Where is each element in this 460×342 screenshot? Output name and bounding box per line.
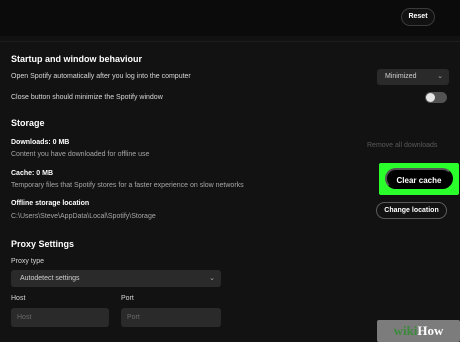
- open-automatically-value: Minimized: [385, 73, 417, 80]
- proxy-type-select[interactable]: Autodetect settings ⌄: [11, 270, 221, 287]
- toggle-knob: [426, 93, 435, 102]
- wikihow-watermark: wikiHow: [377, 320, 460, 342]
- offline-location-label: Offline storage location: [11, 200, 90, 207]
- change-location-button[interactable]: Change location: [376, 202, 447, 219]
- remove-downloads-button[interactable]: Remove all downloads: [367, 142, 437, 149]
- proxy-type-label: Proxy type: [11, 258, 45, 265]
- reset-button[interactable]: Reset: [401, 8, 435, 26]
- open-automatically-label: Open Spotify automatically after you log…: [11, 73, 191, 80]
- port-label: Port: [121, 295, 134, 302]
- chevron-down-icon: ⌄: [209, 275, 215, 282]
- clear-cache-button[interactable]: Clear cache: [385, 168, 453, 189]
- chevron-down-icon: ⌄: [437, 73, 443, 80]
- host-label: Host: [11, 295, 26, 302]
- top-bar: Reset: [0, 0, 460, 36]
- downloads-description: Content you have downloaded for offline …: [11, 151, 150, 158]
- port-input[interactable]: [121, 308, 221, 327]
- close-minimize-label: Close button should minimize the Spotify…: [11, 94, 163, 101]
- proxy-type-value: Autodetect settings: [20, 275, 80, 282]
- downloads-label: Downloads: 0 MB: [11, 139, 70, 146]
- watermark-part1: wiki: [393, 323, 418, 338]
- watermark-part2: How: [417, 323, 444, 338]
- open-automatically-select[interactable]: Minimized ⌄: [377, 69, 449, 85]
- storage-section-title: Storage: [11, 118, 45, 128]
- proxy-section-title: Proxy Settings: [11, 239, 75, 249]
- startup-section-title: Startup and window behaviour: [11, 54, 143, 64]
- cache-label: Cache: 0 MB: [11, 170, 54, 177]
- host-input[interactable]: [11, 308, 109, 327]
- cache-description: Temporary files that Spotify stores for …: [11, 182, 244, 189]
- close-minimize-toggle[interactable]: [425, 92, 447, 103]
- divider: [0, 41, 460, 42]
- offline-location-path: C:\Users\Steve\AppData\Local\Spotify\Sto…: [11, 213, 156, 220]
